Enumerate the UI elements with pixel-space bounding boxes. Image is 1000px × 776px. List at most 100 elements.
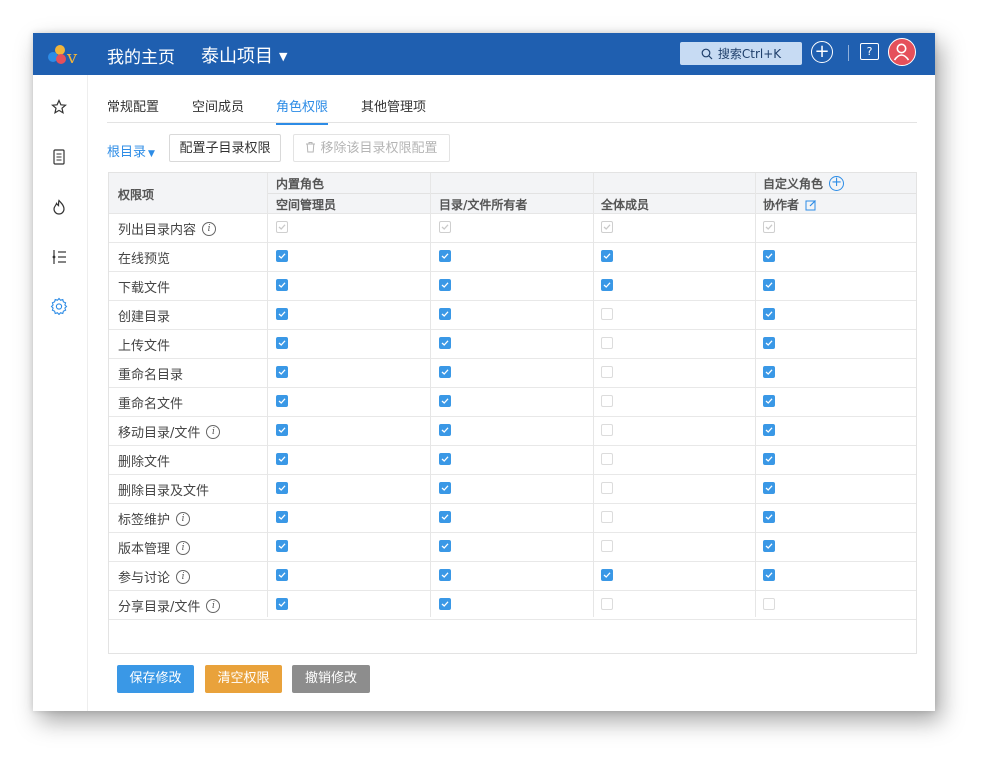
permission-checkbox[interactable] — [276, 453, 288, 465]
table-row: 创建目录 — [109, 300, 916, 330]
permission-checkbox[interactable] — [276, 337, 288, 349]
col-collaborator: 协作者 — [763, 198, 800, 212]
save-button[interactable]: 保存修改 — [117, 665, 194, 693]
permission-checkbox[interactable] — [276, 482, 288, 494]
permission-checkbox[interactable] — [601, 395, 613, 407]
permission-label: 创建目录 — [118, 306, 170, 325]
permission-checkbox[interactable] — [763, 424, 775, 436]
info-icon[interactable]: i — [176, 511, 191, 526]
info-icon[interactable]: i — [206, 598, 221, 613]
permission-checkbox[interactable] — [439, 482, 451, 494]
permission-label: 参与讨论 i — [118, 567, 191, 586]
info-icon[interactable]: i — [202, 221, 217, 236]
permission-checkbox[interactable] — [601, 337, 613, 349]
permission-checkbox — [763, 221, 775, 233]
logo[interactable]: v — [45, 41, 85, 68]
permission-checkbox[interactable] — [601, 279, 613, 291]
star-icon[interactable] — [49, 97, 69, 117]
avatar[interactable] — [888, 38, 916, 66]
document-icon[interactable] — [49, 147, 69, 167]
permission-checkbox[interactable] — [276, 279, 288, 291]
add-role-icon[interactable]: + — [829, 176, 845, 191]
help-icon[interactable]: ? — [860, 43, 879, 60]
sidebar — [33, 75, 88, 711]
settings-icon[interactable] — [49, 296, 69, 316]
permission-checkbox[interactable] — [439, 598, 451, 610]
permission-checkbox[interactable] — [601, 453, 613, 465]
permission-checkbox — [439, 221, 451, 233]
permission-checkbox[interactable] — [601, 540, 613, 552]
permission-checkbox[interactable] — [601, 569, 613, 581]
custom-roles-label: 自定义角色 — [763, 177, 824, 191]
fire-icon[interactable] — [49, 197, 69, 217]
permission-checkbox[interactable] — [439, 511, 451, 523]
permission-checkbox[interactable] — [276, 511, 288, 523]
permission-checkbox[interactable] — [439, 540, 451, 552]
permission-label: 删除文件 — [118, 451, 170, 470]
revert-button[interactable]: 撤销修改 — [292, 665, 370, 693]
permission-checkbox[interactable] — [276, 366, 288, 378]
permission-checkbox[interactable] — [276, 250, 288, 262]
permission-checkbox[interactable] — [763, 395, 775, 407]
project-switcher[interactable]: 泰山项目 ▼ — [201, 42, 287, 68]
header-divider — [267, 193, 916, 194]
edit-icon[interactable] — [805, 199, 817, 211]
permission-checkbox[interactable] — [763, 279, 775, 291]
info-icon[interactable]: i — [206, 424, 221, 439]
permission-checkbox[interactable] — [439, 569, 451, 581]
permission-checkbox[interactable] — [763, 337, 775, 349]
permission-checkbox[interactable] — [439, 337, 451, 349]
nav-home[interactable]: 我的主页 — [107, 43, 175, 68]
clear-permissions-button[interactable]: 清空权限 — [205, 665, 282, 693]
tab-other-settings[interactable]: 其他管理项 — [361, 96, 426, 123]
tab-members[interactable]: 空间成员 — [192, 96, 244, 123]
permission-checkbox[interactable] — [763, 511, 775, 523]
permission-checkbox[interactable] — [763, 453, 775, 465]
add-icon[interactable]: + — [811, 41, 833, 63]
permission-checkbox[interactable] — [601, 366, 613, 378]
permission-label: 移动目录/文件 i — [118, 422, 221, 441]
list-icon[interactable] — [49, 247, 69, 267]
permission-checkbox[interactable] — [763, 250, 775, 262]
permission-checkbox[interactable] — [763, 308, 775, 320]
permission-checkbox[interactable] — [763, 482, 775, 494]
permission-checkbox[interactable] — [439, 279, 451, 291]
root-dir-dropdown[interactable]: 根目录 ▼ — [107, 141, 155, 160]
permission-checkbox[interactable] — [763, 598, 775, 610]
permission-checkbox[interactable] — [439, 424, 451, 436]
permission-checkbox[interactable] — [601, 482, 613, 494]
permission-checkbox[interactable] — [439, 453, 451, 465]
permission-checkbox[interactable] — [276, 395, 288, 407]
info-icon[interactable]: i — [176, 540, 191, 555]
permission-checkbox[interactable] — [763, 540, 775, 552]
permission-label: 下载文件 — [118, 277, 170, 296]
permission-checkbox[interactable] — [439, 250, 451, 262]
permission-checkbox[interactable] — [601, 511, 613, 523]
permission-checkbox[interactable] — [763, 366, 775, 378]
divider — [848, 45, 849, 61]
permission-checkbox[interactable] — [439, 308, 451, 320]
remove-config-button[interactable]: 移除该目录权限配置 — [293, 134, 450, 162]
permission-checkbox[interactable] — [601, 598, 613, 610]
caret-down-icon: ▼ — [148, 149, 155, 159]
permission-checkbox[interactable] — [276, 308, 288, 320]
remove-config-label: 移除该目录权限配置 — [320, 141, 438, 156]
permission-checkbox[interactable] — [763, 569, 775, 581]
permission-checkbox[interactable] — [439, 366, 451, 378]
table-row: 参与讨论 i — [109, 561, 916, 591]
table-row: 移动目录/文件 i — [109, 416, 916, 446]
permission-checkbox[interactable] — [276, 540, 288, 552]
permission-checkbox[interactable] — [276, 598, 288, 610]
config-subdir-button[interactable]: 配置子目录权限 — [169, 134, 281, 162]
permission-checkbox[interactable] — [601, 308, 613, 320]
search-box[interactable]: 搜索Ctrl+K — [680, 42, 802, 65]
permission-checkbox[interactable] — [601, 424, 613, 436]
permission-checkbox[interactable] — [601, 250, 613, 262]
info-icon[interactable]: i — [176, 569, 191, 584]
permission-checkbox[interactable] — [276, 424, 288, 436]
permission-checkbox[interactable] — [439, 395, 451, 407]
tab-general[interactable]: 常规配置 — [107, 96, 159, 123]
tab-role-permissions[interactable]: 角色权限 — [276, 96, 329, 125]
permission-checkbox[interactable] — [276, 569, 288, 581]
table-row: 版本管理 i — [109, 532, 916, 562]
